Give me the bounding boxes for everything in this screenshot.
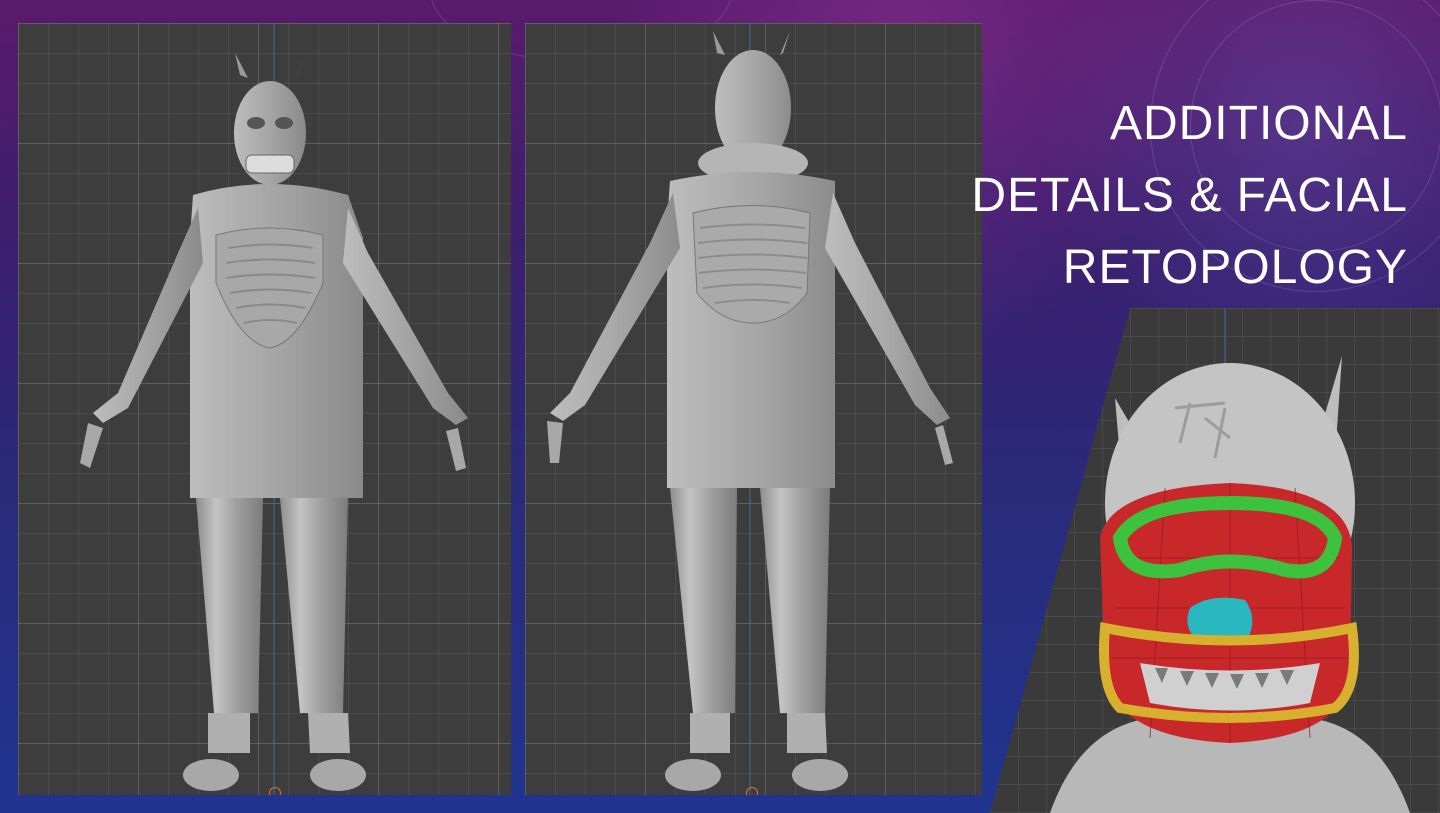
title-line-3: RETOPOLOGY: [1062, 241, 1408, 294]
slide-title: ADDITIONAL DETAILS & FACIAL RETOPOLOGY: [968, 88, 1408, 304]
origin-marker: [269, 787, 281, 795]
front-view-viewport[interactable]: [18, 23, 511, 795]
title-line-2: DETAILS & FACIAL: [971, 169, 1408, 222]
front-view-model: [80, 23, 468, 795]
title-line-1: ADDITIONAL: [1109, 97, 1408, 150]
origin-marker: [746, 787, 758, 795]
back-view-viewport[interactable]: [525, 23, 982, 795]
back-view-model: [547, 23, 953, 795]
